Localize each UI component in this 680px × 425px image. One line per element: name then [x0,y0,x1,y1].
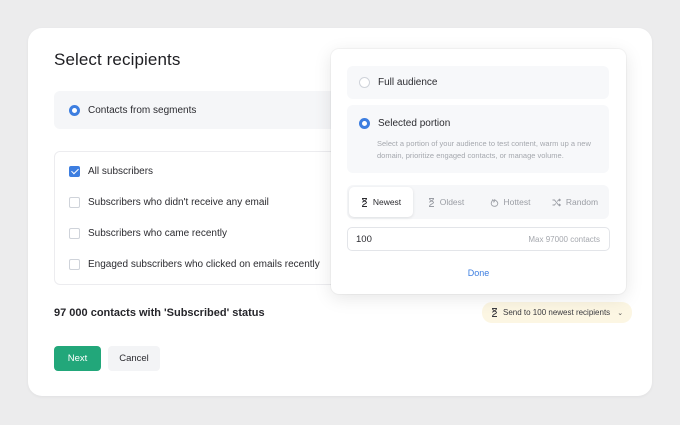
max-contacts-hint: Max 97000 contacts [528,234,600,244]
selected-portion-option[interactable]: Selected portion Select a portion of you… [347,105,609,173]
selected-portion-label: Selected portion [378,118,451,129]
audience-popover: Full audience Selected portion Select a … [331,49,626,294]
full-audience-option[interactable]: Full audience [347,66,609,99]
tab-newest[interactable]: Newest [349,187,413,217]
recipient-count-value: 100 [356,233,372,245]
tab-label: Oldest [439,197,465,207]
tab-oldest[interactable]: Oldest [415,187,477,217]
subscriber-option-recent[interactable]: Subscribers who came recently [69,228,227,239]
selected-portion-description: Select a portion of your audience to tes… [377,139,591,160]
full-audience-radio[interactable] [359,77,370,88]
checkbox-recent[interactable] [69,228,80,239]
hourglass-icon [361,197,367,207]
subscriber-option-label: All subscribers [88,166,154,177]
segments-radio-label: Contacts from segments [88,104,197,116]
segments-radio-option[interactable]: Contacts from segments [54,91,354,129]
subscriber-option-label: Subscribers who came recently [88,228,227,239]
chevron-down-icon: ⌄ [617,309,624,317]
hourglass-icon [492,308,497,317]
subscriber-option-no-email[interactable]: Subscribers who didn't receive any email [69,197,269,208]
page-title: Select recipients [54,50,181,69]
recipient-count-input[interactable]: 100 Max 97000 contacts [347,227,610,251]
tab-label: Newest [372,197,402,207]
sort-tabs: Newest Oldest Hottest Random [347,185,609,219]
tab-hottest[interactable]: Hottest [479,187,541,217]
selected-portion-radio[interactable] [359,118,370,129]
next-button[interactable]: Next [54,346,101,371]
send-chip-label: Send to 100 newest recipients [503,308,611,317]
checkbox-all-subscribers[interactable] [69,166,80,177]
subscriber-options-list: All subscribers Subscribers who didn't r… [54,151,354,285]
flame-icon [490,198,498,207]
hourglass-icon [428,197,434,207]
subscriber-option-all[interactable]: All subscribers [69,166,153,177]
shuffle-icon [552,197,561,207]
subscriber-option-engaged[interactable]: Engaged subscribers who clicked on email… [69,259,320,270]
send-recipients-dropdown[interactable]: Send to 100 newest recipients ⌄ [482,302,633,323]
contacts-status-text: 97 000 contacts with 'Subscribed' status [54,307,265,319]
checkbox-engaged[interactable] [69,259,80,270]
tab-label: Random [565,197,599,207]
tab-label: Hottest [503,197,531,207]
cancel-button[interactable]: Cancel [108,346,160,371]
subscriber-option-label: Engaged subscribers who clicked on email… [88,259,320,270]
full-audience-label: Full audience [378,77,438,88]
done-button[interactable]: Done [331,268,626,278]
segments-radio[interactable] [69,104,80,116]
subscriber-option-label: Subscribers who didn't receive any email [88,197,269,208]
tab-random[interactable]: Random [543,187,607,217]
checkbox-no-email[interactable] [69,197,80,208]
